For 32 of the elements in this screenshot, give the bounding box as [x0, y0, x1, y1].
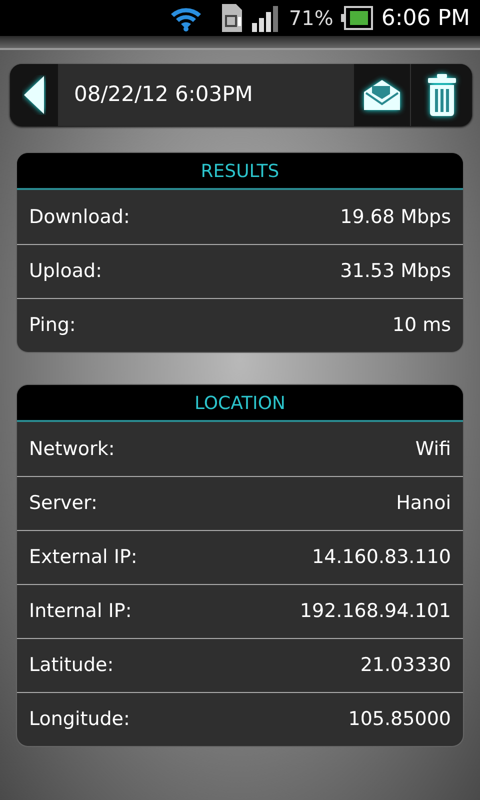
- test-date: 08/22/12 6:03PM: [58, 64, 354, 126]
- trash-icon: [426, 73, 456, 117]
- back-button[interactable]: [10, 64, 58, 126]
- row-value: 19.68 Mbps: [340, 204, 451, 230]
- row-label: External IP:: [29, 545, 138, 570]
- row-label: Download:: [29, 204, 130, 230]
- row-label: Server:: [29, 491, 98, 516]
- signal-icon: [250, 3, 281, 33]
- row-value: Hanoi: [396, 491, 451, 516]
- row-value: 21.03330: [360, 653, 451, 678]
- row-label: Network:: [29, 436, 115, 462]
- section-title: RESULTS: [17, 153, 463, 190]
- delete-button[interactable]: [410, 64, 472, 126]
- row-label: Longitude:: [29, 707, 130, 732]
- row-label: Internal IP:: [29, 599, 132, 624]
- email-button[interactable]: [354, 64, 410, 126]
- row-value: Wifi: [415, 436, 451, 462]
- battery-icon: [341, 6, 374, 30]
- row-value: 105.85000: [348, 707, 451, 732]
- row-label: Latitude:: [29, 653, 114, 678]
- battery-percent: 71%: [288, 5, 334, 32]
- row-value: 192.168.94.101: [300, 599, 451, 624]
- section-title: LOCATION: [17, 385, 463, 422]
- row-value: 10 ms: [392, 313, 451, 338]
- row-value: 14.160.83.110: [312, 545, 451, 570]
- sim-card-icon: [220, 3, 243, 33]
- row-label: Upload:: [29, 259, 102, 284]
- envelope-icon: [362, 78, 402, 112]
- row-value: 31.53 Mbps: [340, 259, 451, 284]
- clock: 6:06 PM: [381, 4, 470, 32]
- row-label: Ping:: [29, 313, 76, 338]
- back-icon: [22, 75, 46, 115]
